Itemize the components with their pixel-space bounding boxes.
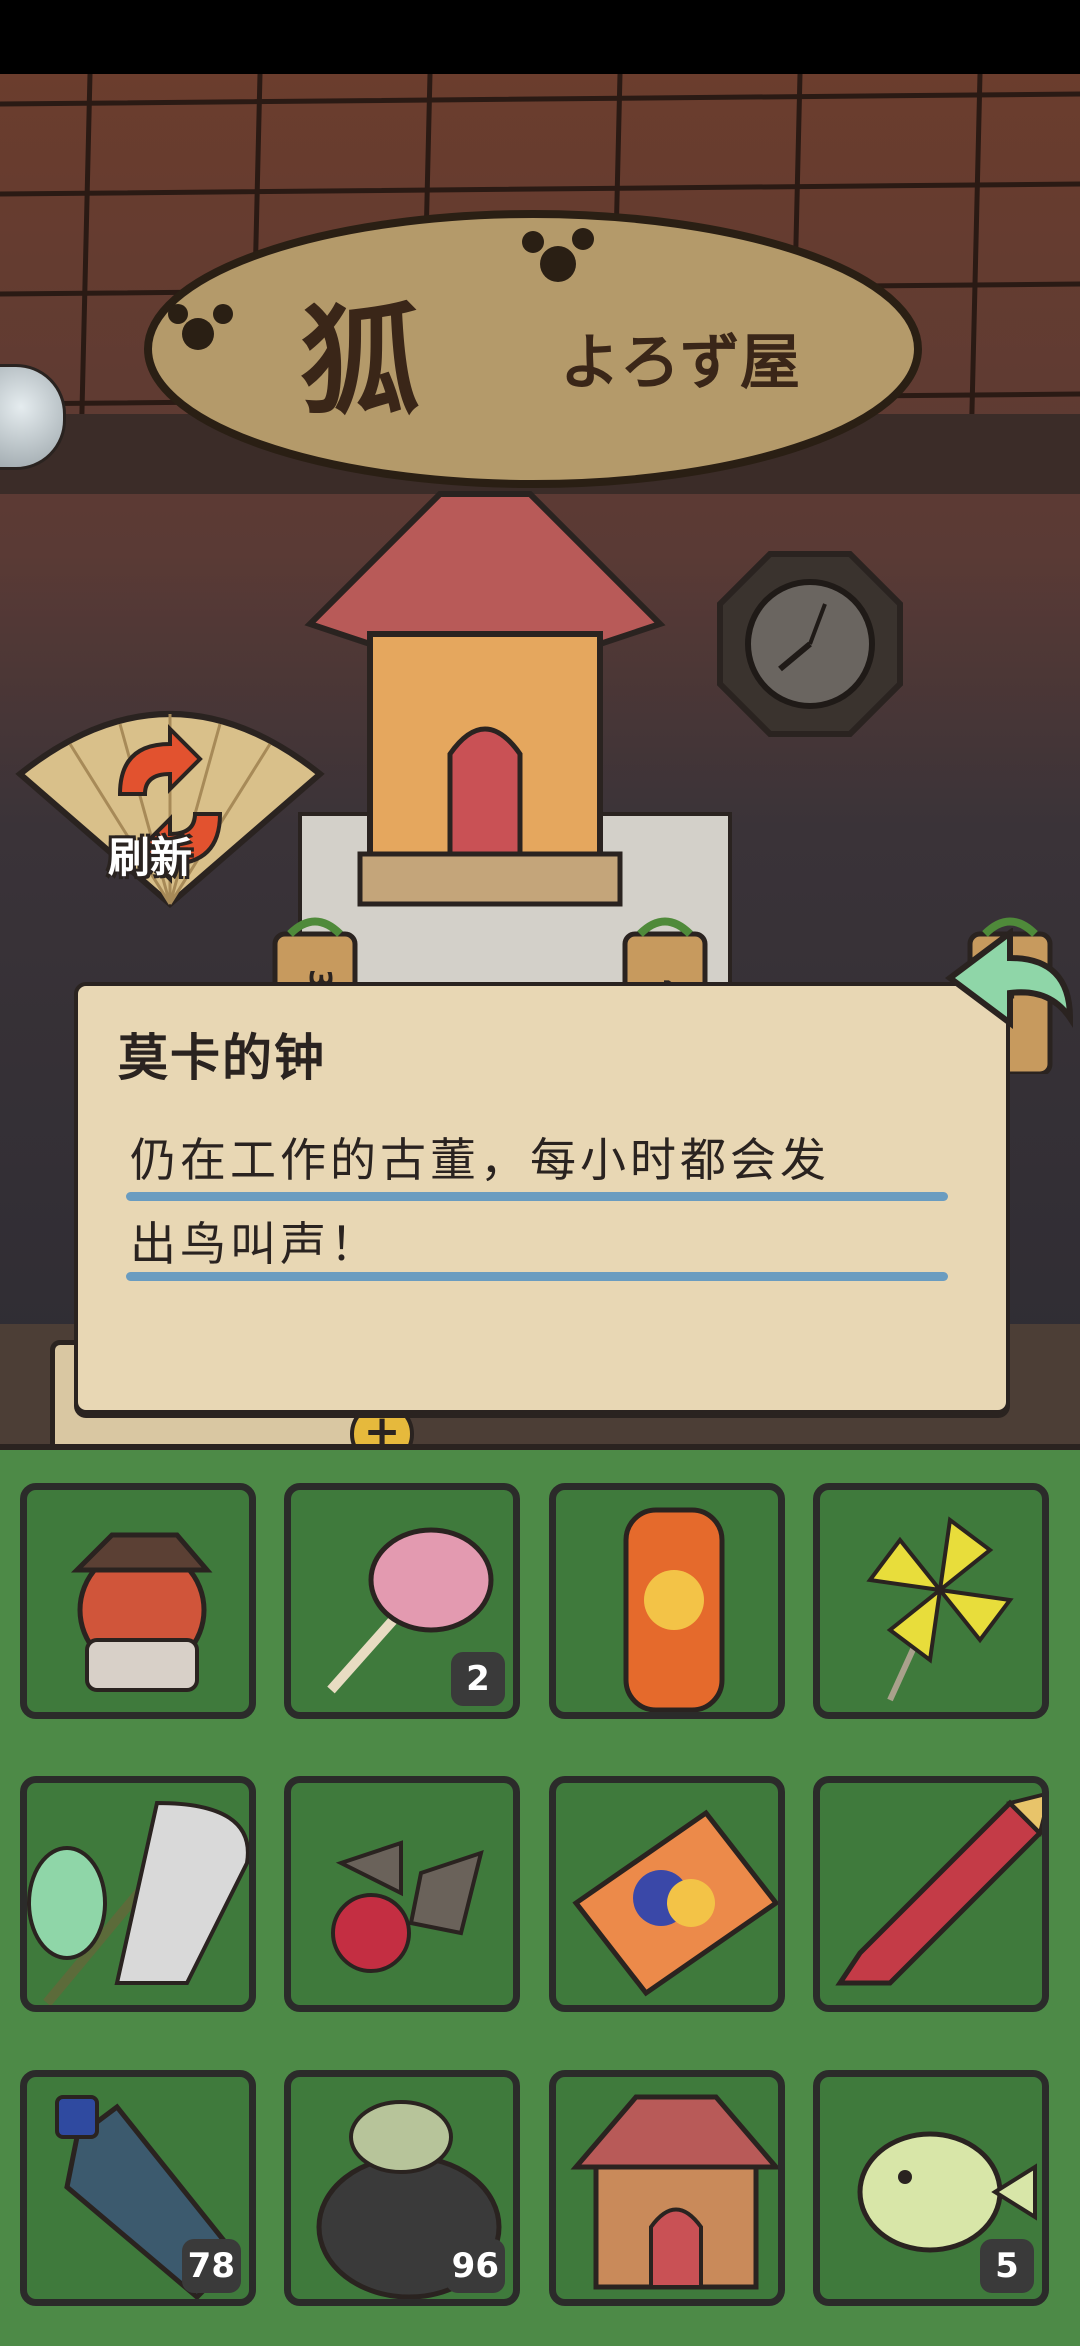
inventory-slot-1[interactable]	[20, 1483, 256, 1719]
status-bar	[0, 0, 1080, 74]
kendama-icon	[331, 1840, 484, 1973]
clock-display	[717, 551, 903, 737]
inventory-slot-2[interactable]: 2	[284, 1483, 520, 1719]
item-name: 莫卡的钟	[118, 1029, 326, 1087]
item-description-line-1: 仍在工作的古董，每小时都会发	[130, 1133, 830, 1187]
inventory-slot-4[interactable]	[813, 1483, 1049, 1719]
inventory-slot-12[interactable]: 5	[813, 2070, 1049, 2306]
bug-net-icon	[27, 1800, 249, 2005]
pumpkin-doll-icon	[70, 1532, 213, 1692]
shop-sign-main: 狐	[300, 291, 420, 432]
birdhouse-icon	[570, 2094, 778, 2290]
firework-icon	[835, 1792, 1042, 1986]
inventory-slot-7[interactable]	[549, 1776, 785, 2012]
collagen-ticket-icon	[572, 1809, 778, 1997]
inventory-slot-5[interactable]	[20, 1776, 256, 2012]
item-count: 5	[980, 2239, 1034, 2293]
pinwheel-icon	[866, 1516, 1014, 1702]
inventory-slot-6[interactable]	[284, 1776, 520, 2012]
birdhouse-display	[298, 491, 732, 986]
return-arrow-icon[interactable]	[940, 928, 1080, 1038]
inventory-grid: 2 78 96 5	[0, 1444, 1080, 2346]
item-info-panel: 莫卡的钟 仍在工作的古董，每小时都会发 出鸟叫声！	[74, 982, 1010, 1414]
item-count: 78	[181, 2239, 241, 2293]
item-description-line-2: 出鸟叫声！	[130, 1217, 380, 1271]
description-underline-2	[126, 1272, 948, 1281]
description-underline-1	[126, 1192, 948, 1201]
inventory-slot-10[interactable]: 96	[284, 2070, 520, 2306]
inventory-slot-11[interactable]	[549, 2070, 785, 2306]
inventory-slot-3[interactable]	[549, 1483, 785, 1719]
shop-sign-sub: よろず屋	[560, 328, 800, 398]
item-count: 2	[451, 1652, 505, 1706]
sunscreen-icon	[623, 1507, 725, 1712]
inventory-slot-8[interactable]	[813, 1776, 1049, 2012]
refresh-label: 刷新	[108, 833, 193, 882]
inventory-slot-9[interactable]: 78	[20, 2070, 256, 2306]
item-count: 96	[445, 2239, 505, 2293]
